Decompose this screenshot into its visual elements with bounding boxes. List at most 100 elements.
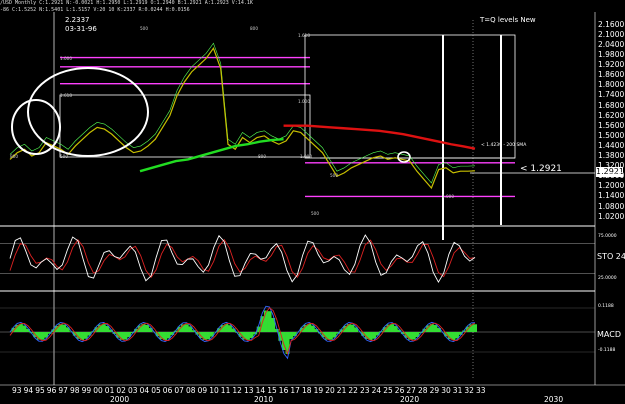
year-tick-label: 99 <box>82 386 92 395</box>
price-tick-label: 1.8600 <box>598 70 624 79</box>
year-tick-label: 16 <box>279 386 289 395</box>
year-tick-label: 00 <box>93 386 103 395</box>
fib-ratio-label: 1.618 <box>60 93 72 98</box>
price-tick-label: 1.1400 <box>598 191 624 200</box>
year-tick-label: 09 <box>198 386 208 395</box>
year-tick-label: 23 <box>360 386 370 395</box>
macd-histogram-bar <box>412 332 416 340</box>
price-tick-label: 1.3200 <box>598 161 624 170</box>
year-tick-label: 97 <box>58 386 68 395</box>
macd-histogram-bar <box>372 332 376 339</box>
price-tick-label: 1.5000 <box>598 131 624 140</box>
year-tick-label: 25 <box>383 386 393 395</box>
macd-histogram-bar <box>451 332 455 340</box>
macd-histogram-bar <box>350 325 354 332</box>
year-tick-label: 94 <box>24 386 34 395</box>
macd-histogram-bar <box>185 324 189 332</box>
year-tick-label: 11 <box>221 386 231 395</box>
year-tick-label: 15 <box>267 386 277 395</box>
macd-histogram-bar <box>329 332 333 340</box>
macd-histogram-bar <box>390 324 394 332</box>
fib-ratio-label: 500 <box>311 211 319 216</box>
macd-histogram-bar <box>268 311 272 332</box>
price-tick-label: 2.0400 <box>598 40 624 49</box>
year-tick-label: 28 <box>418 386 428 395</box>
quote-subheader: -86 C:1.5252 N:1.5401 L:1.5157 V:20 10 K… <box>0 7 190 13</box>
price-tick-label: 1.8000 <box>598 80 624 89</box>
year-tick-label: 31 <box>453 386 463 395</box>
fib-ratio-label: 1.000 <box>60 56 72 61</box>
price-tick-label: 2.1000 <box>598 30 624 39</box>
macd-histogram-bar <box>62 325 66 332</box>
indicator-tick-label: 0.1188 <box>598 304 614 309</box>
year-tick-label: 07 <box>174 386 184 395</box>
fib-ratio-label: 800 <box>258 154 266 159</box>
year-tick-label: 21 <box>337 386 347 395</box>
year-tick-label: 18 <box>302 386 312 395</box>
macd-histogram-bar <box>84 332 88 339</box>
fib-ratio-label: 800 <box>10 154 18 159</box>
price-tick-label: 1.2600 <box>598 171 624 180</box>
price-tick-label: 1.5600 <box>598 121 624 130</box>
year-tick-label: 22 <box>348 386 358 395</box>
year-tick-label: 19 <box>314 386 324 395</box>
macd-panel-label: MACD <box>597 330 621 339</box>
year-tick-label: 08 <box>186 386 196 395</box>
year-tick-label: 02 <box>116 386 126 395</box>
year-tick-label: 26 <box>395 386 405 395</box>
fib-ratio-label: 500 <box>60 154 68 159</box>
price-tick-label: 2.1600 <box>598 20 624 29</box>
year-tick-label: 20 <box>325 386 335 395</box>
year-tick-label: 04 <box>140 386 150 395</box>
price-tick-label: 1.9800 <box>598 50 624 59</box>
year-tick-label: 24 <box>372 386 382 395</box>
macd-histogram-bar <box>123 332 127 340</box>
year-tick-label: 33 <box>476 386 486 395</box>
macd-histogram-bar <box>289 332 293 339</box>
year-tick-label: 27 <box>406 386 416 395</box>
year-tick-label: 95 <box>35 386 45 395</box>
date-label: 03-31-96 <box>65 25 97 33</box>
price-tick-label: 1.4400 <box>598 141 624 150</box>
fib-ratio-label: 1.000 <box>442 194 454 199</box>
macd-histogram-bar <box>433 325 437 332</box>
fib-ratio-label: 500 <box>140 26 148 31</box>
macd-histogram-bar <box>145 325 149 332</box>
price-tick-label: 1.2000 <box>598 181 624 190</box>
indicator-tick-label: -0.1188 <box>598 348 615 353</box>
year-tick-label: 93 <box>12 386 22 395</box>
price-tick-label: 1.9200 <box>598 60 624 69</box>
price-tick-label: 1.0800 <box>598 202 624 211</box>
sma-label: < 1.4239 - 200 SMA <box>481 143 526 148</box>
macd-histogram-bar <box>102 324 106 332</box>
macd-histogram-bar <box>307 324 311 332</box>
macd-histogram-bar <box>163 332 167 340</box>
macd-histogram-bar <box>228 325 232 332</box>
indicator-tick-label: 25.0000 <box>598 276 617 281</box>
macd-histogram-bar <box>206 332 210 339</box>
current-price-label: < 1.2921 <box>520 164 562 174</box>
year-tick-label: 29 <box>430 386 440 395</box>
price-tick-label: 1.6800 <box>598 101 624 110</box>
price-tick-label: 1.0200 <box>598 212 624 221</box>
macd-histogram-bar <box>246 332 250 340</box>
fib-ratio-label: 1.000 <box>300 154 312 159</box>
year-tick-label: 05 <box>151 386 161 395</box>
year-tick-label: 13 <box>244 386 254 395</box>
chart-title: T=Q levels New <box>480 16 536 24</box>
fib-ratio-label: 1.000 <box>298 99 310 104</box>
fib-ratio-label: 800 <box>250 26 258 31</box>
fib-ratio-label: 500 <box>330 173 338 178</box>
stoch-panel-label: STO 24 <box>597 252 625 261</box>
year-tick-label: 01 <box>105 386 115 395</box>
price-label: 2.2337 <box>65 16 90 24</box>
price-tick-label: 1.7400 <box>598 90 624 99</box>
year-tick-label: 32 <box>464 386 474 395</box>
macd-histogram-bar <box>40 332 44 340</box>
indicator-tick-label: 75.0000 <box>598 234 617 239</box>
chart-canvas[interactable]: 5008001.6181.0001.6185008001.0005005001.… <box>0 0 625 403</box>
price-tick-label: 1.3800 <box>598 151 624 160</box>
year-tick-label: 10 <box>209 386 219 395</box>
year-tick-label: 17 <box>290 386 300 395</box>
macd-histogram-bar <box>473 324 477 332</box>
